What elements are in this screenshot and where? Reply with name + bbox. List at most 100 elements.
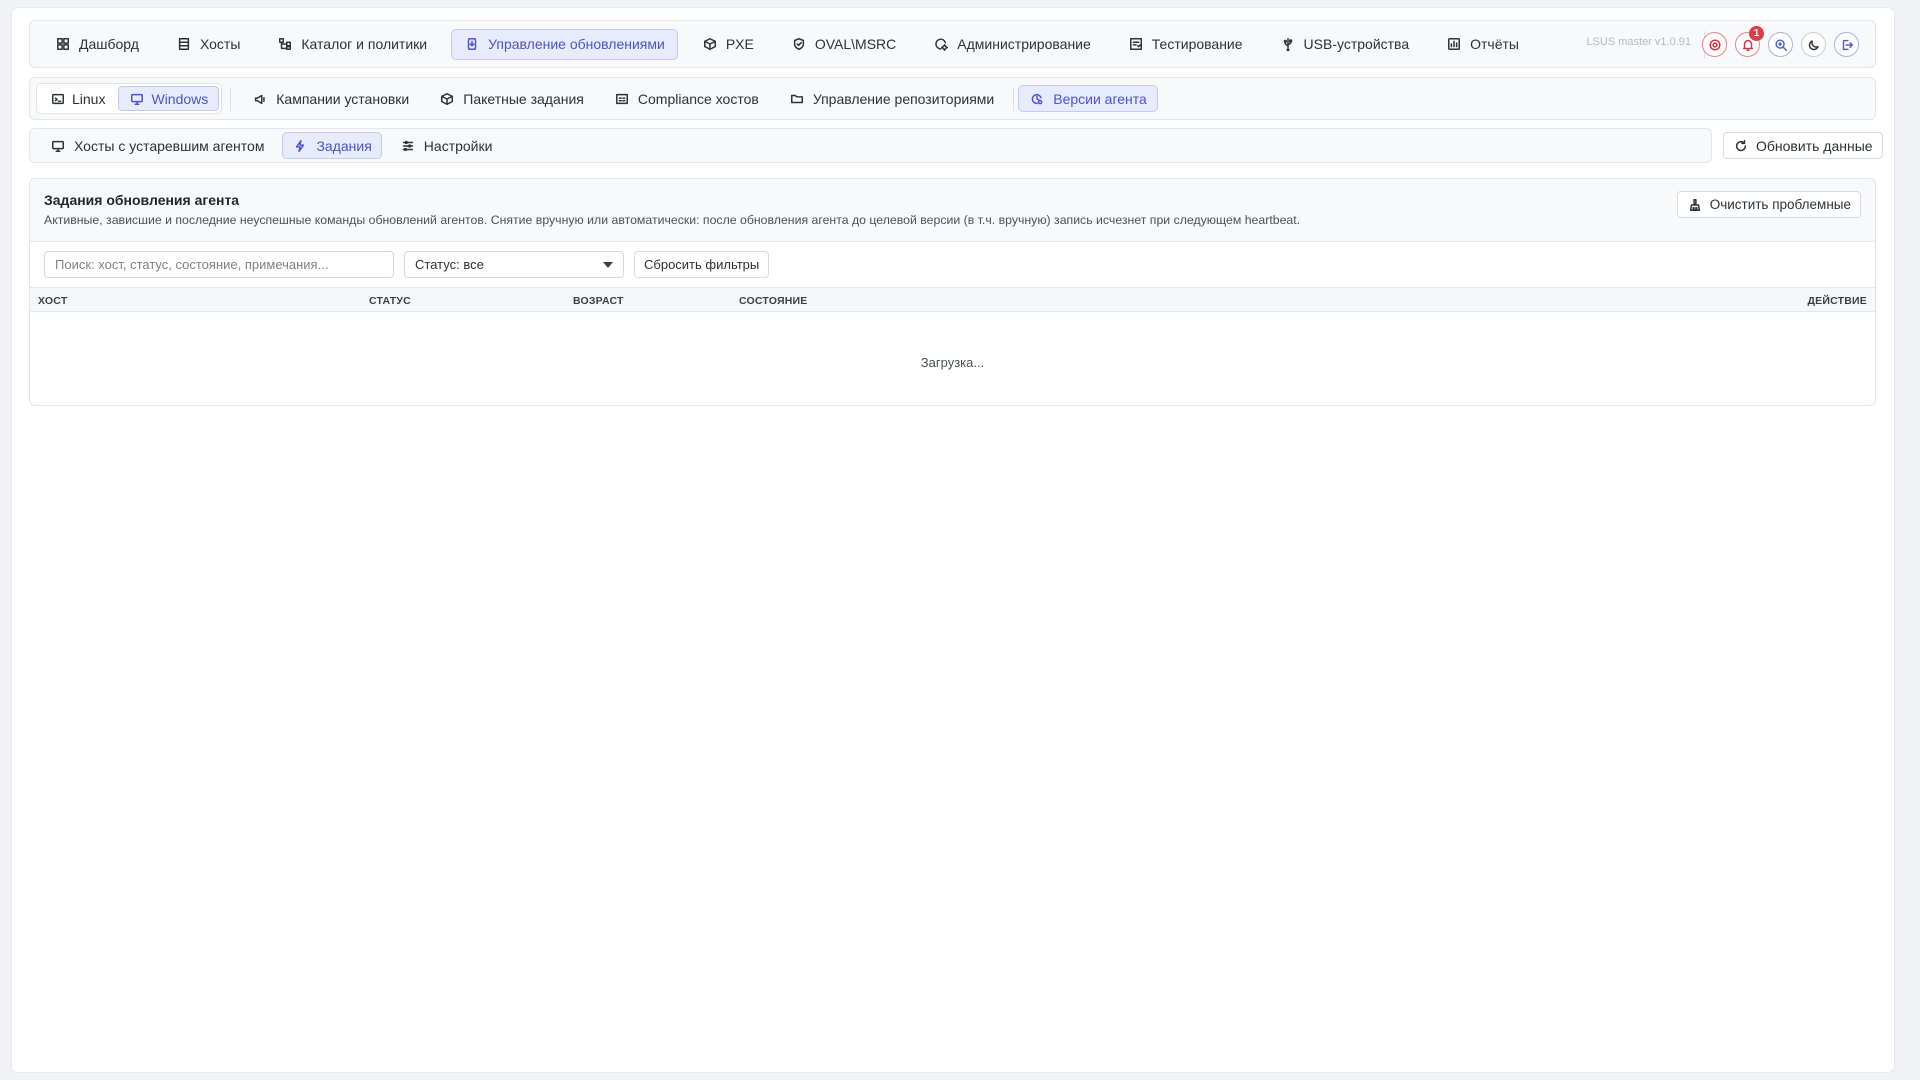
reset-filters-button[interactable]: Сбросить фильтры	[634, 251, 770, 278]
subnav-label: Compliance хостов	[637, 90, 759, 107]
nav-hosts[interactable]: Хосты	[163, 29, 253, 60]
logout-button[interactable]	[1834, 32, 1859, 57]
sliders-icon	[400, 138, 416, 154]
os-tab-linux[interactable]: Linux	[39, 86, 116, 111]
chevron-down-icon	[603, 261, 613, 268]
agent-version-icon	[1029, 91, 1045, 107]
tree-icon	[277, 36, 293, 52]
agent-tabs: Хосты с устаревшим агентом Задания Настр…	[29, 128, 1712, 163]
nav-label: Отчёты	[1470, 36, 1519, 52]
nav-dashboard[interactable]: Дашборд	[42, 29, 152, 60]
app-version: LSUS master v1.0.91	[1586, 36, 1691, 48]
search-icon	[1773, 37, 1789, 53]
terminal-icon	[50, 91, 66, 107]
nav-reports[interactable]: Отчёты	[1433, 29, 1532, 60]
usb-icon	[1280, 36, 1296, 52]
reset-label: Сбросить фильтры	[644, 257, 760, 272]
nav-catalog[interactable]: Каталог и политики	[264, 29, 440, 60]
os-tab-label: Linux	[72, 90, 106, 107]
subnav-install-campaigns[interactable]: Кампании установки	[241, 85, 420, 112]
card-title: Задания обновления агента	[44, 192, 240, 208]
column-action: ДЕЙСТВИЕ	[1807, 295, 1867, 307]
column-host[interactable]: ХОСТ	[38, 295, 67, 307]
filters-bar: Статус: все Сбросить фильтры	[30, 242, 1875, 288]
nav-update-management[interactable]: Управление обновлениями	[451, 28, 678, 60]
header-actions: 1	[1702, 26, 1859, 57]
monitor-icon	[50, 138, 66, 154]
app-window: Дашборд Хосты Каталог и политики Управле…	[12, 8, 1894, 1072]
card-description: Активные, зависшие и последние неуспешны…	[44, 213, 1301, 227]
nav-testing[interactable]: Тестирование	[1115, 29, 1256, 60]
folder-icon	[789, 91, 805, 107]
column-status[interactable]: СТАТУС	[369, 295, 411, 307]
nav-label: USB-устройства	[1303, 36, 1410, 52]
box-icon	[702, 36, 718, 52]
lifebuoy-icon	[1707, 37, 1723, 53]
table-header: ХОСТ СТАТУС ВОЗРАСТ СОСТОЯНИЕ ДЕЙСТВИЕ	[30, 288, 1875, 312]
subnav-agent-versions[interactable]: Версии агента	[1018, 85, 1158, 112]
main-nav: Дашборд Хосты Каталог и политики Управле…	[29, 20, 1876, 68]
os-tab-windows[interactable]: Windows	[118, 86, 220, 111]
nav-label: PXE	[725, 36, 754, 52]
nav-label: Дашборд	[79, 36, 139, 52]
tab-label: Хосты с устаревшим агентом	[74, 137, 265, 154]
nav-label: Каталог и политики	[301, 36, 428, 52]
broom-icon	[1687, 197, 1703, 213]
monitor-icon	[129, 91, 145, 107]
subnav-batch-jobs[interactable]: Пакетные задания	[428, 85, 595, 112]
clear-label: Очистить проблемные	[1709, 197, 1851, 212]
refresh-label: Обновить данные	[1756, 137, 1873, 154]
nav-label: OVAL\MSRC	[814, 36, 897, 52]
subnav-label: Управление репозиториями	[812, 90, 995, 107]
support-button[interactable]	[1702, 32, 1727, 57]
update-subnav: Linux Windows Кампании установки Пакетны…	[29, 77, 1876, 120]
test-icon	[1128, 36, 1144, 52]
megaphone-icon	[252, 91, 268, 107]
update-file-icon	[464, 36, 480, 52]
agent-update-jobs-card: Задания обновления агента Активные, зави…	[29, 178, 1876, 406]
nav-label: Управление обновлениями	[488, 36, 665, 52]
subnav-label: Кампании установки	[276, 90, 410, 107]
subnav-label: Версии агента	[1053, 90, 1147, 107]
clear-problematic-button[interactable]: Очистить проблемные	[1676, 191, 1861, 218]
tab-label: Настройки	[423, 137, 493, 154]
tab-outdated-hosts[interactable]: Хосты с устаревшим агентом	[40, 132, 274, 159]
nav-label: Администрирование	[957, 36, 1091, 52]
search-input[interactable]	[44, 251, 394, 278]
divider	[230, 86, 232, 111]
loading-indicator: Загрузка...	[920, 355, 985, 370]
logout-icon	[1839, 37, 1855, 53]
status-filter-select[interactable]: Статус: все	[404, 251, 624, 278]
moon-icon	[1806, 37, 1822, 53]
compliance-icon	[614, 91, 630, 107]
tab-jobs[interactable]: Задания	[282, 132, 382, 159]
server-icon	[176, 36, 192, 52]
refresh-icon	[1733, 138, 1749, 154]
nav-administration[interactable]: Администрирование	[920, 29, 1104, 60]
theme-toggle-button[interactable]	[1801, 32, 1826, 57]
nav-oval-msrc[interactable]: OVAL\MSRC	[778, 29, 909, 60]
os-switch: Linux Windows	[36, 83, 223, 114]
notification-badge: 1	[1749, 26, 1764, 41]
package-icon	[439, 91, 455, 107]
nav-usb-devices[interactable]: USB-устройства	[1267, 29, 1423, 60]
status-filter-value: Статус: все	[415, 257, 484, 272]
nav-label: Хосты	[199, 36, 241, 52]
nav-label: Тестирование	[1151, 36, 1243, 52]
subnav-label: Пакетные задания	[463, 90, 584, 107]
admin-gear-icon	[933, 36, 949, 52]
column-age[interactable]: ВОЗРАСТ	[573, 295, 624, 307]
report-icon	[1446, 36, 1462, 52]
os-tab-label: Windows	[151, 90, 209, 107]
subnav-repositories[interactable]: Управление репозиториями	[778, 85, 1005, 112]
refresh-data-button[interactable]: Обновить данные	[1723, 132, 1883, 159]
divider	[1013, 86, 1015, 111]
subnav-host-compliance[interactable]: Compliance хостов	[603, 85, 770, 112]
global-search-button[interactable]	[1768, 32, 1793, 57]
column-state[interactable]: СОСТОЯНИЕ	[739, 295, 807, 307]
notifications-button[interactable]: 1	[1735, 26, 1764, 57]
nav-pxe[interactable]: PXE	[689, 29, 767, 60]
tab-settings[interactable]: Настройки	[390, 132, 503, 159]
dashboard-icon	[55, 36, 71, 52]
card-header: Задания обновления агента Активные, зави…	[30, 179, 1875, 242]
